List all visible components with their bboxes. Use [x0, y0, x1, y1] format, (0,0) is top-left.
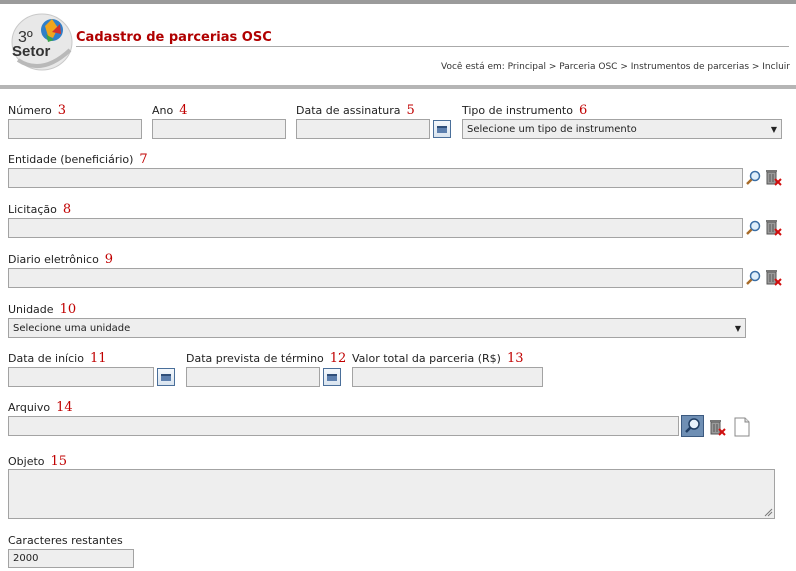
- search-icon[interactable]: [745, 220, 761, 236]
- data-inicio-input[interactable]: [8, 367, 154, 387]
- ano-label: Ano 4: [152, 103, 188, 118]
- numero-label: Número 3: [8, 103, 66, 118]
- diario-input[interactable]: [8, 268, 743, 288]
- data-assinatura-label: Data de assinatura 5: [296, 103, 415, 118]
- ano-input[interactable]: [152, 119, 286, 139]
- unidade-select[interactable]: Selecione uma unidade ▼: [8, 318, 746, 338]
- data-assinatura-input[interactable]: [296, 119, 430, 139]
- logo: 3º Setor: [11, 13, 73, 71]
- arquivo-input[interactable]: [8, 416, 679, 436]
- licitacao-input[interactable]: [8, 218, 743, 238]
- caracteres-restantes-field: 2000: [8, 549, 134, 568]
- objeto-textarea[interactable]: [8, 469, 775, 519]
- search-icon[interactable]: [745, 270, 761, 286]
- tipo-instrumento-select[interactable]: Selecione um tipo de instrumento ▼: [462, 119, 782, 139]
- entidade-label: Entidade (beneficiário) 7: [8, 152, 148, 167]
- calendar-button-assinatura[interactable]: [433, 120, 451, 138]
- data-termino-label: Data prevista de término 12: [186, 351, 347, 366]
- calendar-icon: [327, 374, 337, 381]
- tipo-instrumento-label: Tipo de instrumento 6: [462, 103, 588, 118]
- calendar-icon: [161, 374, 171, 381]
- section-divider: [0, 85, 796, 89]
- trash-clear-icon[interactable]: [764, 168, 782, 187]
- svg-text:Setor: Setor: [12, 43, 51, 60]
- objeto-label: Objeto 15: [8, 454, 68, 469]
- calendar-button-termino[interactable]: [323, 368, 341, 386]
- diario-label: Diario eletrônico 9: [8, 252, 114, 267]
- unidade-value: Selecione uma unidade: [13, 322, 131, 334]
- page-title: Cadastro de parcerias OSC: [76, 30, 272, 45]
- dropdown-arrow-icon: ▼: [734, 323, 741, 333]
- trash-clear-icon[interactable]: [708, 418, 726, 437]
- search-icon[interactable]: [745, 170, 761, 186]
- arquivo-label: Arquivo 14: [8, 400, 73, 415]
- calendar-button-inicio[interactable]: [157, 368, 175, 386]
- numero-input[interactable]: [8, 119, 142, 139]
- top-border: [0, 0, 796, 4]
- entidade-input[interactable]: [8, 168, 743, 188]
- tipo-instrumento-value: Selecione um tipo de instrumento: [467, 123, 637, 135]
- data-termino-input[interactable]: [186, 367, 320, 387]
- file-search-button[interactable]: [681, 415, 704, 437]
- licitacao-label: Licitação 8: [8, 202, 72, 217]
- trash-clear-icon[interactable]: [764, 268, 782, 287]
- title-divider: [76, 46, 789, 47]
- trash-clear-icon[interactable]: [764, 218, 782, 237]
- resize-handle-icon[interactable]: [764, 508, 773, 517]
- unidade-label: Unidade 10: [8, 302, 77, 317]
- valor-total-input[interactable]: [352, 367, 543, 387]
- data-inicio-label: Data de início 11: [8, 351, 107, 366]
- breadcrumb: Você está em: Principal > Parceria OSC >…: [441, 62, 790, 72]
- dropdown-arrow-icon: ▼: [770, 124, 777, 134]
- document-icon[interactable]: [734, 417, 750, 437]
- calendar-icon: [437, 126, 447, 133]
- caracteres-label: Caracteres restantes: [8, 534, 123, 547]
- valor-total-label: Valor total da parceria (R$) 13: [352, 351, 524, 366]
